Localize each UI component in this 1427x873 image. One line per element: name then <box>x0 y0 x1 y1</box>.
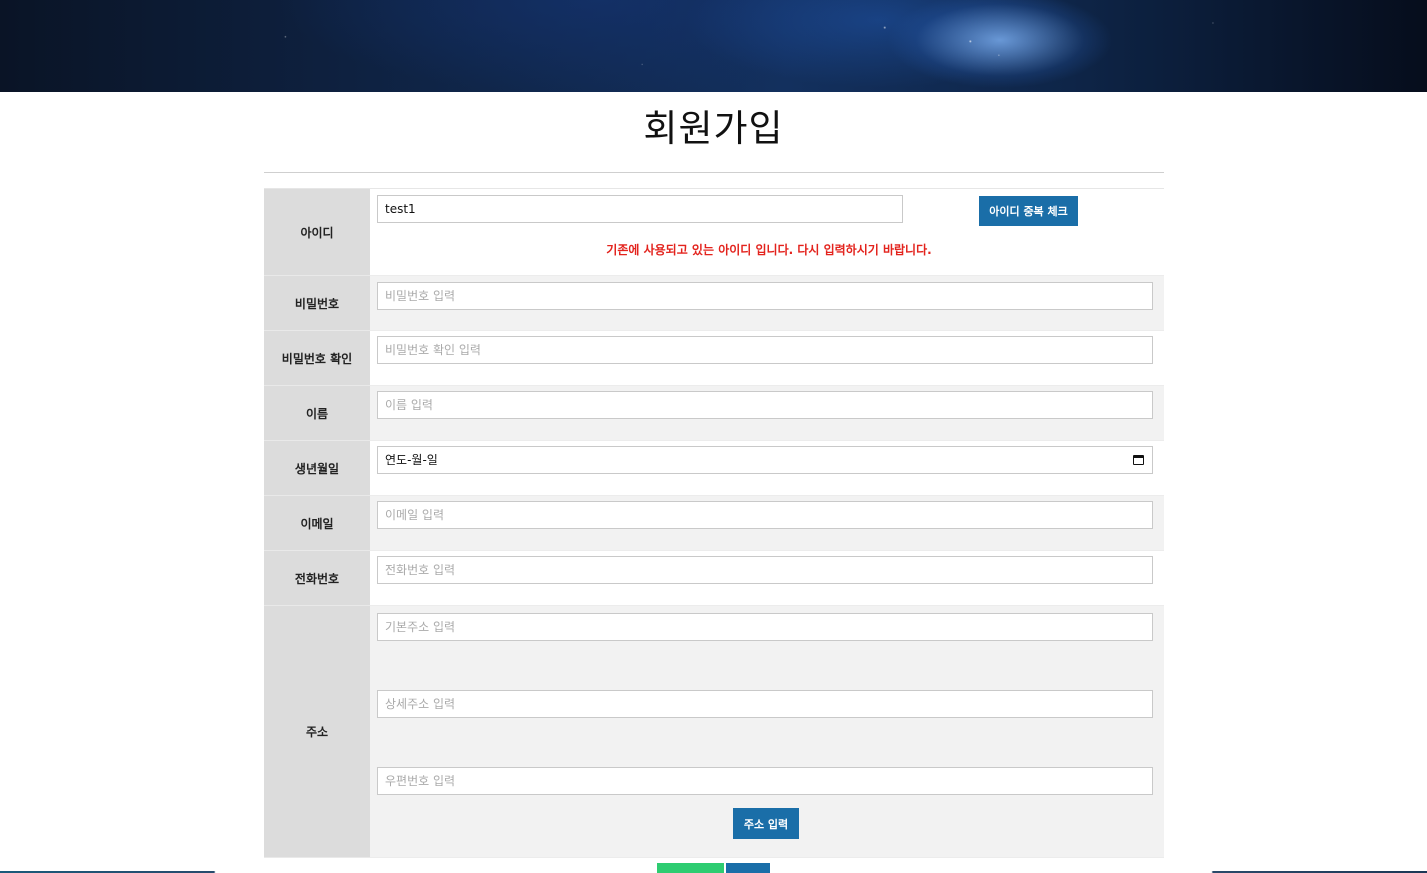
password-confirm-input[interactable]: 비밀번호 확인 입력 <box>377 336 1153 364</box>
row-phone: 전화번호 전화번호 입력 <box>264 551 1164 606</box>
name-field-cell: 이름 입력 <box>370 386 1164 441</box>
address-field-cell: 기본주소 입력 상세주소 입력 우편번호 입력 주소 입력 <box>370 606 1164 858</box>
password-field-cell: 비밀번호 입력 <box>370 276 1164 331</box>
row-birthdate: 생년월일 연도-월-일 <box>264 441 1164 496</box>
banner-texture <box>0 0 1427 92</box>
calendar-icon[interactable] <box>1133 455 1144 465</box>
name-input[interactable]: 이름 입력 <box>377 391 1153 419</box>
header-banner <box>0 0 1427 92</box>
id-label: 아이디 <box>264 189 370 276</box>
email-field-cell: 이메일 입력 <box>370 496 1164 551</box>
birthdate-label: 생년월일 <box>264 441 370 496</box>
row-password: 비밀번호 비밀번호 입력 <box>264 276 1164 331</box>
birthdate-value: 연도-월-일 <box>385 453 438 467</box>
page-title: 회원가입 <box>643 107 784 150</box>
birthdate-field-cell: 연도-월-일 <box>370 441 1164 496</box>
address-search-button[interactable]: 주소 입력 <box>733 808 799 839</box>
email-input[interactable]: 이메일 입력 <box>377 501 1153 529</box>
id-field-cell: test1 아이디 중복 체크 기존에 사용되고 있는 아이디 입니다. 다시 … <box>370 189 1164 276</box>
row-name: 이름 이름 입력 <box>264 386 1164 441</box>
address-detail-input[interactable]: 상세주소 입력 <box>377 690 1153 718</box>
password-confirm-field-cell: 비밀번호 확인 입력 <box>370 331 1164 386</box>
title-divider <box>264 172 1164 173</box>
address-label: 주소 <box>264 606 370 858</box>
id-check-button[interactable]: 아이디 중복 체크 <box>979 196 1078 226</box>
signup-form: 아이디 test1 아이디 중복 체크 기존에 사용되고 있는 아이디 입니다.… <box>264 188 1164 858</box>
id-input[interactable]: test1 <box>377 195 903 223</box>
address-base-input[interactable]: 기본주소 입력 <box>377 613 1153 641</box>
phone-input[interactable]: 전화번호 입력 <box>377 556 1153 584</box>
row-email: 이메일 이메일 입력 <box>264 496 1164 551</box>
name-label: 이름 <box>264 386 370 441</box>
phone-field-cell: 전화번호 입력 <box>370 551 1164 606</box>
phone-label: 전화번호 <box>264 551 370 606</box>
row-address: 주소 기본주소 입력 상세주소 입력 우편번호 입력 주소 입력 <box>264 606 1164 858</box>
birthdate-input[interactable]: 연도-월-일 <box>377 446 1153 474</box>
email-label: 이메일 <box>264 496 370 551</box>
id-error-message: 기존에 사용되고 있는 아이디 입니다. 다시 입력하시기 바랍니다. <box>606 243 932 257</box>
row-id: 아이디 test1 아이디 중복 체크 기존에 사용되고 있는 아이디 입니다.… <box>264 189 1164 276</box>
password-label: 비밀번호 <box>264 276 370 331</box>
password-input[interactable]: 비밀번호 입력 <box>377 282 1153 310</box>
row-password-confirm: 비밀번호 확인 비밀번호 확인 입력 <box>264 331 1164 386</box>
password-confirm-label: 비밀번호 확인 <box>264 331 370 386</box>
address-zip-input[interactable]: 우편번호 입력 <box>377 767 1153 795</box>
